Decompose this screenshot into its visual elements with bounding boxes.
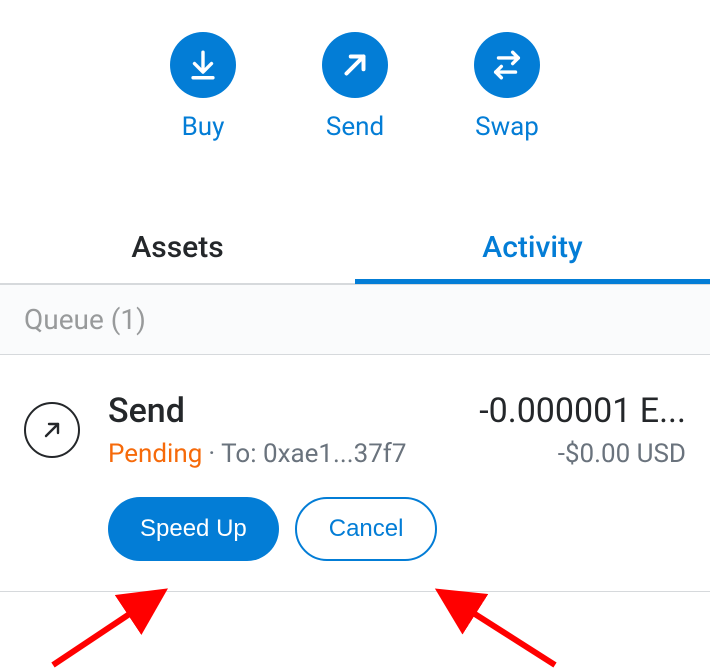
separator-dot: ·: [208, 439, 215, 469]
transaction-top: Send -0.000001 E... Pending·To: 0xae1...…: [24, 391, 686, 469]
cancel-button[interactable]: Cancel: [295, 497, 438, 561]
transaction-subtext: Pending·To: 0xae1...37f7: [108, 439, 406, 469]
swap-label: Swap: [475, 112, 539, 142]
annotation-arrow-left: [48, 580, 198, 670]
download-icon: [170, 32, 236, 98]
buy-label: Buy: [182, 112, 225, 142]
transaction-status: Pending: [108, 439, 202, 469]
transaction-line2: Pending·To: 0xae1...37f7 -$0.00 USD: [108, 439, 686, 469]
swap-button[interactable]: Swap: [474, 32, 540, 142]
transaction-amount: -0.000001 E...: [479, 391, 686, 431]
send-button[interactable]: Send: [322, 32, 388, 142]
tab-assets[interactable]: Assets: [0, 212, 355, 283]
transaction-line1: Send -0.000001 E...: [108, 391, 686, 431]
transaction-buttons: Speed Up Cancel: [108, 497, 686, 561]
transaction-to: To: 0xae1...37f7: [221, 439, 406, 469]
buy-button[interactable]: Buy: [170, 32, 236, 142]
transaction-fiat: -$0.00 USD: [558, 439, 686, 469]
tabs: Assets Activity: [0, 212, 710, 284]
swap-icon: [474, 32, 540, 98]
speed-up-button[interactable]: Speed Up: [108, 497, 279, 561]
action-row: Buy Send Swap: [0, 0, 710, 152]
queue-header: Queue (1): [0, 284, 710, 355]
tab-activity[interactable]: Activity: [355, 212, 710, 283]
transaction-title: Send: [108, 391, 185, 431]
transaction-info: Send -0.000001 E... Pending·To: 0xae1...…: [108, 391, 686, 469]
send-label: Send: [326, 112, 384, 142]
send-tx-icon: [24, 402, 80, 458]
annotation-arrow-right: [410, 580, 560, 670]
arrow-up-right-icon: [322, 32, 388, 98]
transaction-item[interactable]: Send -0.000001 E... Pending·To: 0xae1...…: [0, 355, 710, 592]
